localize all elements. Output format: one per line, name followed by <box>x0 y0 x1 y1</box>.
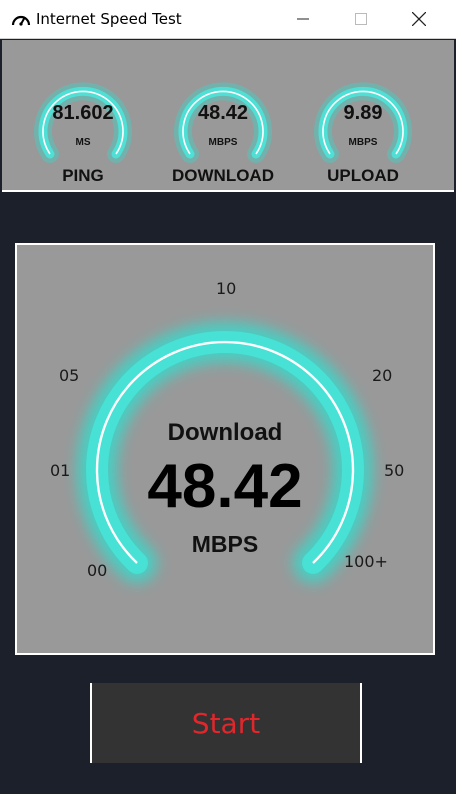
ping-label: PING <box>62 166 104 185</box>
download-label: DOWNLOAD <box>172 166 274 185</box>
start-button-label: Start <box>191 706 261 740</box>
tick-label: 10 <box>216 279 237 298</box>
main-gauge-arc <box>77 322 373 583</box>
ping-gauge: 81.602 MS <box>24 62 142 172</box>
close-button[interactable] <box>396 0 442 38</box>
download-mini-unit: MBPS <box>208 137 238 148</box>
start-button[interactable]: Start <box>90 683 362 763</box>
maximize-icon <box>355 13 367 25</box>
close-icon <box>412 12 426 26</box>
download-mini-gauge: 48.42 MBPS <box>164 62 282 172</box>
speedometer-icon <box>11 15 31 26</box>
gauge-value: 48.42 <box>147 452 303 521</box>
window-title: Internet Speed Test <box>36 10 182 28</box>
metrics-strip: 81.602 MS PING 48.42 MBPS DOWNLOAD 9.89 … <box>2 40 454 192</box>
title-bar: Internet Speed Test <box>0 0 456 39</box>
ping-unit: MS <box>75 137 91 148</box>
maximize-button[interactable] <box>338 0 384 38</box>
upload-gauge: 9.89 MBPS <box>304 62 422 172</box>
download-mini-value: 48.42 <box>197 102 249 124</box>
main-gauge-panel: 00 01 05 10 20 50 100+ Download 48.42 MB… <box>15 243 435 655</box>
upload-label: UPLOAD <box>327 166 399 185</box>
tick-label: 00 <box>87 561 108 580</box>
minimize-icon <box>297 18 309 20</box>
upload-unit: MBPS <box>348 137 378 148</box>
minimize-button[interactable] <box>280 0 326 38</box>
gauge-title: Download <box>167 419 283 446</box>
upload-value: 9.89 <box>343 102 383 124</box>
gauge-unit: MBPS <box>191 531 259 557</box>
ping-value: 81.602 <box>52 102 114 124</box>
tick-label: 20 <box>372 366 393 385</box>
tick-label: 05 <box>59 366 80 385</box>
